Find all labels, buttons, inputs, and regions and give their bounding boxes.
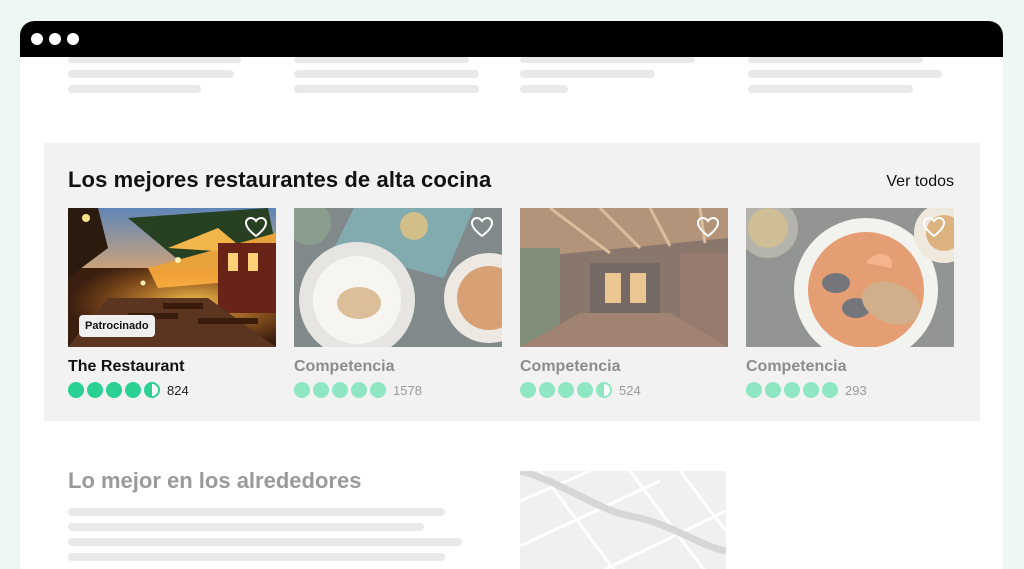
- skeleton-line: [68, 523, 424, 531]
- window-dot-icon[interactable]: [67, 33, 79, 45]
- window-dot-icon[interactable]: [31, 33, 43, 45]
- restaurant-name[interactable]: Competencia: [746, 358, 846, 376]
- featured-restaurants-section: Los mejores restaurantes de alta cocina …: [44, 143, 980, 421]
- skeleton-line: [748, 70, 942, 78]
- browser-window: Los mejores restaurantes de alta cocina …: [20, 21, 1003, 569]
- skeleton-line: [294, 57, 469, 63]
- rating-bubbles: 824: [68, 381, 189, 399]
- rating-bubble-icon: [803, 382, 819, 398]
- rating-bubble-half-icon: [596, 382, 612, 398]
- heart-icon[interactable]: [696, 216, 720, 238]
- restaurant-card[interactable]: Competencia 293: [746, 208, 954, 398]
- restaurant-photo[interactable]: [746, 208, 954, 347]
- skeleton-line: [520, 85, 568, 93]
- skeleton-line: [68, 70, 234, 78]
- section-title: Los mejores restaurantes de alta cocina: [68, 167, 492, 192]
- rating-bubble-half-icon: [144, 382, 160, 398]
- rating-bubble-icon: [125, 382, 141, 398]
- rating-bubble-icon: [313, 382, 329, 398]
- skeleton-line: [520, 70, 655, 78]
- rating-bubbles: 1578: [294, 381, 422, 399]
- rating-bubble-icon: [68, 382, 84, 398]
- restaurant-name[interactable]: Competencia: [520, 358, 620, 376]
- review-count: 824: [167, 382, 189, 398]
- rating-bubble-icon: [765, 382, 781, 398]
- review-count: 293: [845, 382, 867, 398]
- restaurant-card[interactable]: Competencia 524: [520, 208, 728, 398]
- heart-icon[interactable]: [922, 216, 946, 238]
- skeleton-line: [748, 57, 923, 63]
- rating-bubble-icon: [294, 382, 310, 398]
- skeleton-line: [294, 70, 479, 78]
- rating-bubble-icon: [106, 382, 122, 398]
- skeleton-line: [520, 57, 695, 63]
- rating-bubble-icon: [558, 382, 574, 398]
- restaurant-name[interactable]: Competencia: [294, 358, 394, 376]
- restaurant-photo[interactable]: [294, 208, 502, 347]
- skeleton-line: [68, 538, 462, 546]
- sponsored-badge: Patrocinado: [79, 315, 155, 337]
- restaurant-photo[interactable]: Patrocinado: [68, 208, 276, 347]
- restaurant-name[interactable]: The Restaurant: [68, 358, 184, 376]
- skeleton-line: [68, 508, 445, 516]
- rating-bubble-icon: [539, 382, 555, 398]
- review-count: 1578: [393, 382, 422, 398]
- map-thumbnail[interactable]: [520, 471, 726, 569]
- skeleton-line: [748, 85, 913, 93]
- rating-bubble-icon: [746, 382, 762, 398]
- restaurant-card[interactable]: Competencia 1578: [294, 208, 502, 398]
- heart-icon[interactable]: [244, 216, 268, 238]
- rating-bubbles: 293: [746, 381, 867, 399]
- rating-bubble-icon: [784, 382, 800, 398]
- rating-bubble-icon: [577, 382, 593, 398]
- rating-bubble-icon: [87, 382, 103, 398]
- browser-titlebar: [20, 21, 1003, 57]
- rating-bubbles: 524: [520, 381, 641, 399]
- skeleton-line: [68, 57, 241, 63]
- nearby-section-title: Lo mejor en los alrededores: [68, 468, 362, 493]
- skeleton-line: [68, 85, 201, 93]
- rating-bubble-icon: [351, 382, 367, 398]
- rating-bubble-icon: [822, 382, 838, 398]
- rating-bubble-icon: [332, 382, 348, 398]
- rating-bubble-icon: [370, 382, 386, 398]
- heart-icon[interactable]: [470, 216, 494, 238]
- rating-bubble-icon: [520, 382, 536, 398]
- skeleton-line: [68, 553, 445, 561]
- restaurant-photo[interactable]: [520, 208, 728, 347]
- see-all-link[interactable]: Ver todos: [886, 173, 954, 191]
- restaurant-card[interactable]: Patrocinado The Restaurant 824: [68, 208, 276, 398]
- skeleton-line: [294, 85, 479, 93]
- review-count: 524: [619, 382, 641, 398]
- window-dot-icon[interactable]: [49, 33, 61, 45]
